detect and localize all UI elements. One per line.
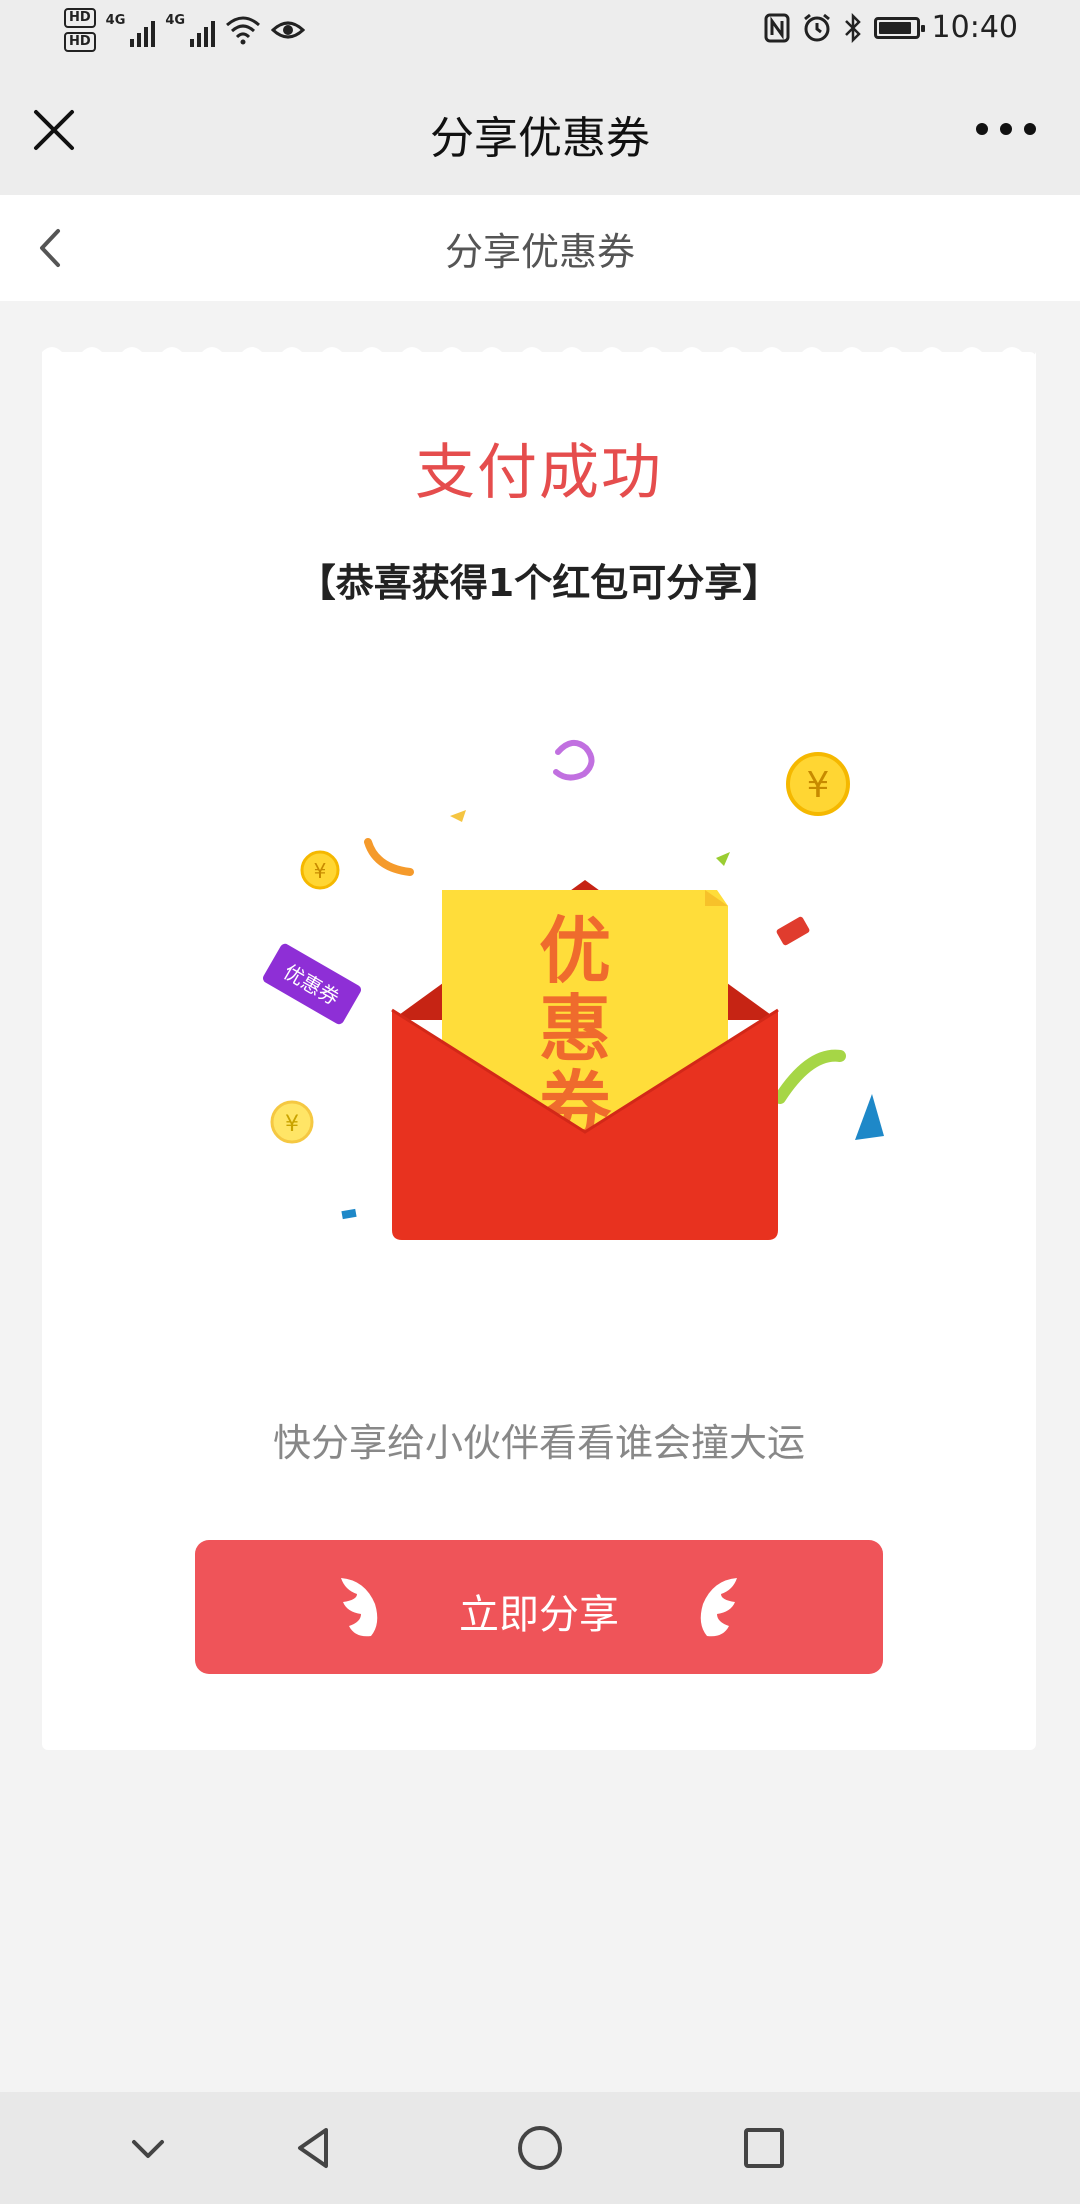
payment-success-title: 支付成功 bbox=[415, 438, 663, 508]
red-envelope-illustration: ¥ ¥ ¥ 优惠券 优 惠 券 bbox=[262, 739, 884, 1240]
more-options-button[interactable] bbox=[976, 114, 1036, 144]
dot-icon bbox=[1000, 123, 1012, 135]
confetti-piece bbox=[855, 1094, 884, 1140]
eye-icon bbox=[271, 21, 306, 39]
svg-text:¥: ¥ bbox=[314, 859, 327, 883]
system-navigation-bar bbox=[0, 2092, 1080, 2204]
dot-icon bbox=[976, 123, 988, 135]
coin-icon: ¥ bbox=[270, 1100, 314, 1144]
svg-text:¥: ¥ bbox=[807, 765, 830, 806]
confetti-piece bbox=[450, 810, 466, 822]
svg-text:优: 优 bbox=[539, 909, 611, 993]
hd-badge: HD bbox=[64, 32, 96, 52]
page-header: 分享优惠券 bbox=[0, 195, 1080, 301]
signal-icon: 4G bbox=[106, 13, 156, 47]
battery-icon bbox=[873, 16, 925, 39]
network-type: 4G bbox=[165, 13, 186, 28]
reward-message: 【恭喜获得1个红包可分享】 bbox=[297, 561, 781, 605]
result-card: 支付成功 【恭喜获得1个红包可分享】 ¥ ¥ ¥ 优惠券 优 惠 券 快分享给小… bbox=[42, 347, 1036, 1750]
nfc-icon bbox=[764, 13, 790, 42]
hd-badge: HD bbox=[64, 8, 96, 28]
back-triangle-icon[interactable] bbox=[286, 2120, 342, 2176]
webview-title: 分享优惠券 bbox=[430, 113, 650, 164]
wing-icon bbox=[700, 1578, 737, 1637]
svg-text:惠: 惠 bbox=[539, 987, 611, 1071]
status-right: 10:40 bbox=[764, 10, 1018, 45]
page-title: 分享优惠券 bbox=[444, 230, 635, 274]
clock: 10:40 bbox=[931, 10, 1018, 45]
alarm-icon bbox=[803, 13, 830, 41]
coin-icon: ¥ bbox=[300, 850, 340, 890]
share-hint: 快分享给小伙伴看看谁会撞大运 bbox=[272, 1421, 805, 1465]
share-button-label: 立即分享 bbox=[459, 1592, 619, 1638]
home-circle-icon[interactable] bbox=[512, 2120, 568, 2176]
confetti-piece bbox=[341, 1208, 357, 1220]
confetti-swirl bbox=[553, 739, 595, 781]
hd-indicators: HD HD bbox=[64, 8, 96, 52]
card-zigzag-edge bbox=[42, 347, 1036, 360]
svg-text:¥: ¥ bbox=[285, 1112, 299, 1137]
chevron-down-icon[interactable] bbox=[120, 2120, 176, 2176]
network-type: 4G bbox=[105, 13, 126, 28]
coupon-ribbon: 优惠券 bbox=[262, 943, 362, 1025]
webview-title-bar: 分享优惠券 bbox=[0, 64, 1080, 195]
wifi-icon bbox=[226, 16, 261, 45]
bluetooth-icon bbox=[844, 12, 861, 43]
status-left: HD HD 4G 4G bbox=[64, 8, 306, 52]
confetti-piece bbox=[364, 838, 414, 876]
confetti-ticket bbox=[776, 916, 810, 946]
recents-square-icon[interactable] bbox=[736, 2120, 792, 2176]
share-now-button[interactable]: 立即分享 bbox=[195, 1540, 883, 1674]
confetti-piece bbox=[716, 852, 730, 866]
signal-icon: 4G bbox=[165, 13, 216, 47]
coin-icon: ¥ bbox=[786, 752, 850, 816]
dot-icon bbox=[1024, 123, 1036, 135]
status-bar: HD HD 4G 4G 10:40 bbox=[0, 0, 1080, 64]
confetti-piece bbox=[774, 1049, 846, 1104]
